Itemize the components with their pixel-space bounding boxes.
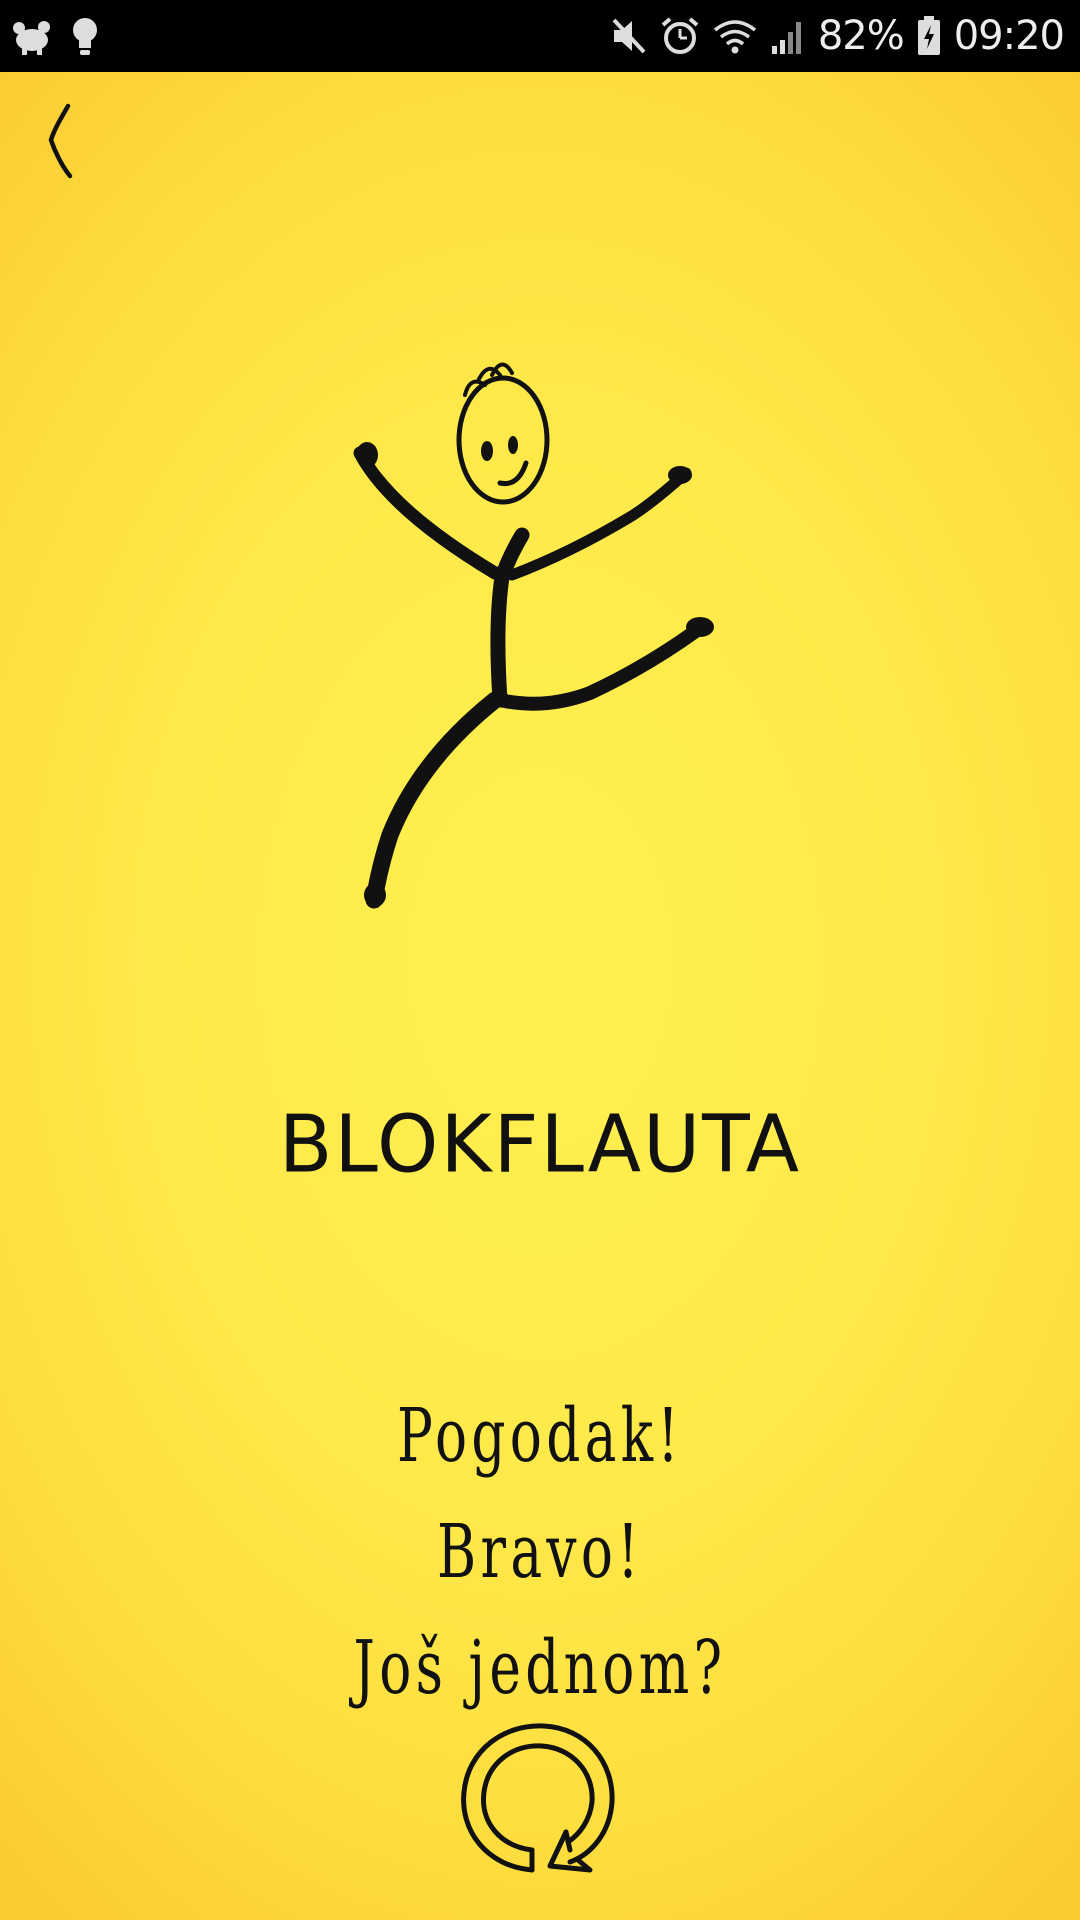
guessed-word: BLOKFLAUTA bbox=[278, 1099, 802, 1191]
mute-icon bbox=[610, 16, 648, 56]
back-chevron-icon bbox=[48, 103, 73, 179]
replay-button[interactable] bbox=[458, 1718, 622, 1882]
wifi-icon bbox=[712, 16, 758, 56]
battery-charging-icon bbox=[916, 15, 942, 57]
result-messages: Pogodak! Bravo! Još jednom? bbox=[0, 1378, 1080, 1726]
battery-percent: 82% bbox=[817, 13, 905, 59]
lightbulb-icon bbox=[68, 15, 102, 57]
alarm-icon bbox=[660, 16, 700, 56]
clock-time: 09:20 bbox=[953, 13, 1065, 59]
status-bar: 82% 09:20 bbox=[0, 0, 1080, 72]
message-bravo: Bravo! bbox=[437, 1509, 643, 1595]
message-hit: Pogodak! bbox=[396, 1393, 684, 1479]
dancing-stick-figure bbox=[350, 355, 730, 915]
back-button[interactable] bbox=[36, 96, 92, 186]
signal-icon bbox=[770, 16, 806, 56]
message-play-again: Još jednom? bbox=[353, 1625, 727, 1711]
notification-creature-icon bbox=[10, 16, 54, 56]
status-right-icons: 82% 09:20 bbox=[610, 0, 1065, 72]
replay-icon bbox=[461, 1723, 615, 1873]
status-left-icons bbox=[10, 12, 102, 60]
